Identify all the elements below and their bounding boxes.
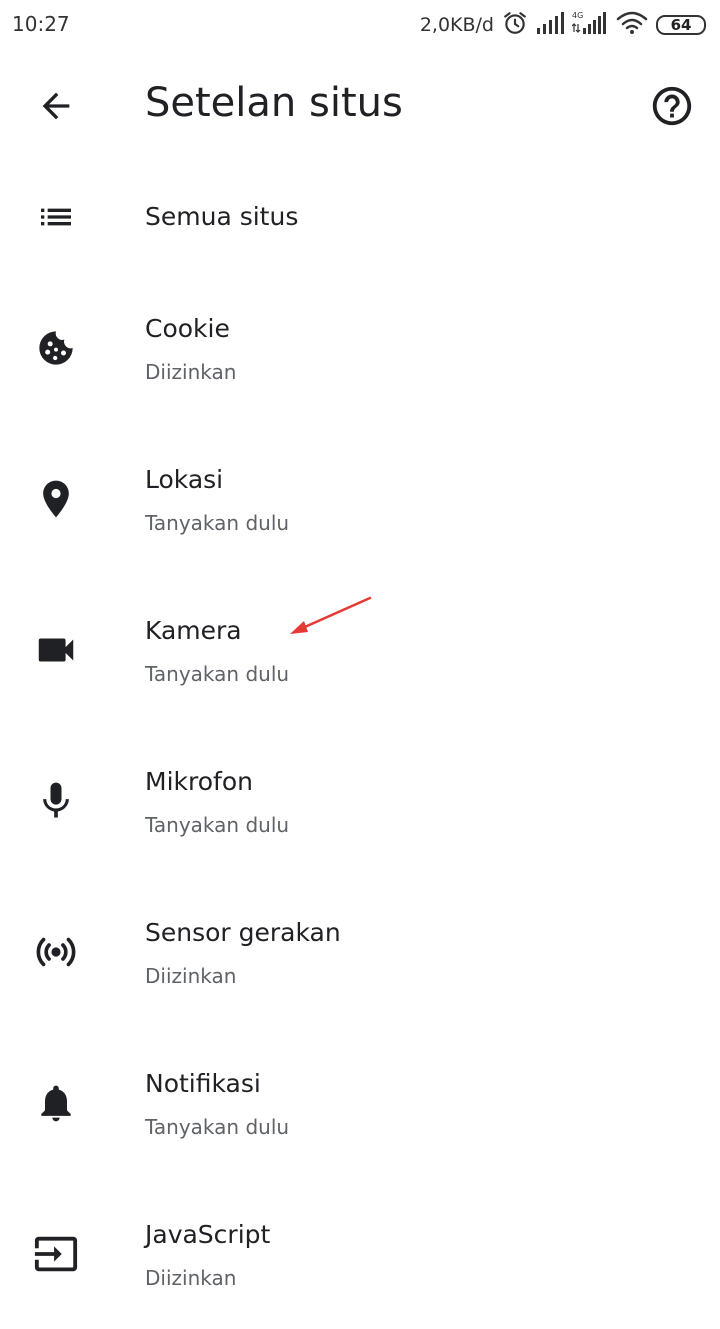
list-item-notifications[interactable]: Notifikasi Tanyakan dulu bbox=[0, 1027, 720, 1178]
battery-icon: 64 bbox=[656, 15, 706, 35]
list-item-microphone[interactable]: Mikrofon Tanyakan dulu bbox=[0, 725, 720, 876]
cookie-icon bbox=[32, 324, 80, 372]
wifi-icon bbox=[616, 11, 648, 39]
arrow-back-icon bbox=[42, 92, 70, 120]
status-icons: 2,0KB/d 4G 64 bbox=[420, 10, 706, 40]
item-subtitle: Tanyakan dulu bbox=[145, 1115, 290, 1139]
status-time: 10:27 bbox=[12, 12, 70, 36]
item-title: Sensor gerakan bbox=[145, 918, 341, 947]
sensors-icon bbox=[32, 928, 80, 976]
list-icon bbox=[32, 193, 80, 241]
microphone-icon bbox=[32, 777, 80, 825]
item-title: Notifikasi bbox=[145, 1069, 261, 1098]
item-title: JavaScript bbox=[145, 1220, 271, 1249]
help-icon bbox=[652, 86, 692, 126]
videocam-icon bbox=[32, 626, 80, 674]
network-type-label: 4G bbox=[572, 11, 583, 20]
item-title: Cookie bbox=[145, 314, 230, 343]
help-button[interactable] bbox=[636, 70, 708, 142]
network-speed: 2,0KB/d bbox=[419, 14, 494, 36]
page-title: Setelan situs bbox=[145, 80, 403, 126]
item-title: Semua situs bbox=[145, 202, 299, 231]
item-title: Lokasi bbox=[145, 465, 224, 494]
list-item-camera[interactable]: Kamera Tanyakan dulu bbox=[0, 574, 720, 725]
item-subtitle: Diizinkan bbox=[145, 964, 237, 988]
item-title: Kamera bbox=[145, 616, 242, 645]
item-subtitle: Diizinkan bbox=[145, 1266, 237, 1290]
bell-icon bbox=[32, 1079, 80, 1127]
signal-4g-icon: 4G bbox=[571, 10, 608, 40]
item-subtitle: Tanyakan dulu bbox=[145, 813, 290, 837]
list-item-cookie[interactable]: Cookie Diizinkan bbox=[0, 272, 720, 423]
item-title: Mikrofon bbox=[145, 767, 253, 796]
status-bar: 10:27 2,0KB/d 4G 64 bbox=[0, 0, 720, 52]
input-icon bbox=[32, 1230, 80, 1278]
item-subtitle: Diizinkan bbox=[145, 360, 237, 384]
signal-icon bbox=[536, 12, 564, 38]
list-item-motion-sensors[interactable]: Sensor gerakan Diizinkan bbox=[0, 876, 720, 1027]
location-pin-icon bbox=[32, 475, 80, 523]
alarm-icon bbox=[502, 10, 528, 40]
toolbar: Setelan situs bbox=[0, 58, 720, 154]
list-item-location[interactable]: Lokasi Tanyakan dulu bbox=[0, 423, 720, 574]
back-button[interactable] bbox=[20, 70, 92, 142]
item-subtitle: Tanyakan dulu bbox=[145, 662, 290, 686]
list-item-javascript[interactable]: JavaScript Diizinkan bbox=[0, 1178, 720, 1329]
item-subtitle: Tanyakan dulu bbox=[145, 511, 290, 535]
